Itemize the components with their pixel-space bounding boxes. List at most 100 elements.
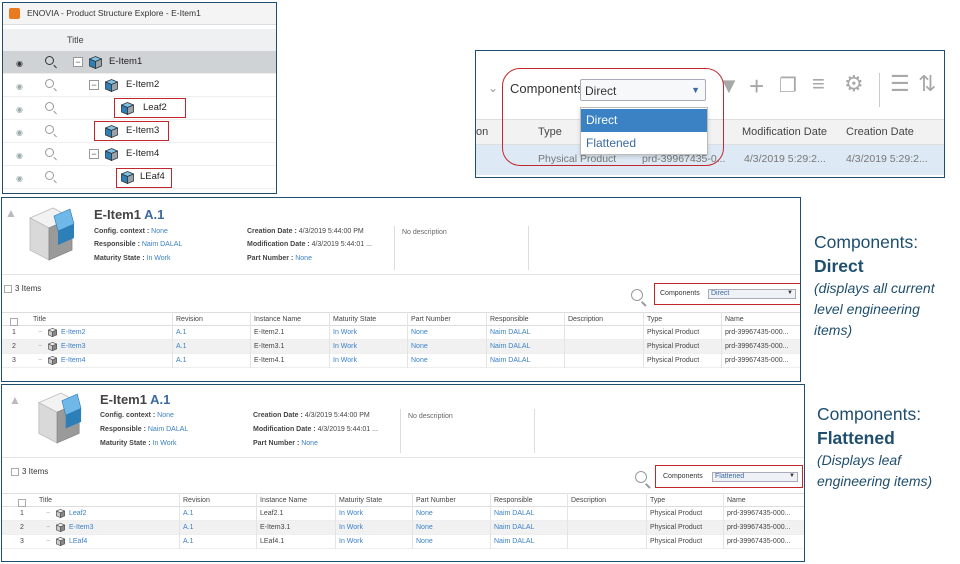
eye-icon[interactable]: ◉: [16, 82, 23, 91]
responsible-cell[interactable]: Naim DALAL: [490, 357, 530, 364]
expand-icon[interactable]: −: [46, 524, 50, 531]
responsible-cell[interactable]: Naim DALAL: [490, 329, 530, 336]
title-link[interactable]: E-Item2: [61, 329, 86, 336]
responsible-cell[interactable]: Naim DALAL: [494, 524, 534, 531]
responsible-link[interactable]: Naim DALAL: [148, 426, 188, 433]
column-header[interactable]: Maturity State: [333, 316, 376, 323]
maturity-link[interactable]: In Work: [147, 255, 171, 262]
column-header[interactable]: Instance Name: [260, 497, 307, 504]
select-all-checkbox[interactable]: [11, 467, 19, 476]
search-icon[interactable]: [45, 171, 54, 180]
column-header[interactable]: Name: [725, 316, 744, 323]
tree-row-e-item1[interactable]: ◉ − E-Item1: [3, 51, 276, 74]
revision-cell[interactable]: A.1: [183, 524, 194, 531]
collapse-icon[interactable]: −: [89, 80, 99, 90]
responsible-cell[interactable]: Naim DALAL: [494, 510, 534, 517]
maturity-link[interactable]: In Work: [153, 440, 177, 447]
column-header[interactable]: Title: [33, 316, 46, 323]
tree-row-e-item4[interactable]: ◉ − E-Item4: [3, 143, 276, 166]
column-header[interactable]: on: [476, 126, 488, 138]
table-row[interactable]: 2 − E-Item3 A.1 E-Item3.1 In Work None N…: [2, 521, 804, 535]
search-icon[interactable]: [45, 125, 54, 134]
responsible-link[interactable]: Naim DALAL: [142, 241, 182, 248]
column-header[interactable]: Type: [647, 316, 662, 323]
column-header[interactable]: Revision: [183, 497, 210, 504]
column-header[interactable]: Description: [568, 316, 603, 323]
column-header[interactable]: Instance Name: [254, 316, 301, 323]
chevron-down-icon[interactable]: ⌄: [488, 81, 498, 95]
part-number-cell[interactable]: None: [416, 510, 433, 517]
part-number-cell[interactable]: None: [416, 538, 433, 545]
search-icon[interactable]: [45, 148, 54, 157]
table-row[interactable]: 2 − E-Item3 A.1 E-Item3.1 In Work None N…: [2, 340, 800, 354]
title-link[interactable]: E-Item3: [61, 343, 86, 350]
part-number-cell[interactable]: None: [411, 329, 428, 336]
sort-icon[interactable]: ⇅: [918, 71, 936, 97]
title-link[interactable]: E-Item4: [61, 357, 86, 364]
part-number-cell[interactable]: None: [411, 343, 428, 350]
select-all-checkbox[interactable]: [4, 284, 12, 293]
revision-cell[interactable]: A.1: [176, 357, 187, 364]
collapse-icon[interactable]: −: [73, 57, 83, 67]
column-header[interactable]: Modification Date: [742, 126, 827, 138]
column-header[interactable]: Responsible: [490, 316, 529, 323]
paste-icon[interactable]: ❐: [779, 73, 797, 98]
column-header[interactable]: Part Number: [411, 316, 451, 323]
eye-icon[interactable]: ◉: [16, 128, 23, 137]
expand-icon[interactable]: −: [46, 510, 50, 517]
title-link[interactable]: Leaf2: [69, 510, 87, 517]
revision-cell[interactable]: A.1: [183, 510, 194, 517]
column-header[interactable]: Name: [727, 497, 746, 504]
expand-icon[interactable]: −: [46, 538, 50, 545]
table-row[interactable]: 3 − LEaf4 A.1 LEaf4.1 In Work None Naim …: [2, 535, 804, 549]
config-context-link[interactable]: None: [151, 228, 168, 235]
state-cell[interactable]: In Work: [339, 524, 363, 531]
state-cell[interactable]: In Work: [339, 510, 363, 517]
state-cell[interactable]: In Work: [333, 357, 357, 364]
table-row[interactable]: 1 − E-Item2 A.1 E-Item2.1 In Work None N…: [2, 326, 800, 340]
column-header[interactable]: Creation Date: [846, 126, 914, 138]
column-header[interactable]: Revision: [176, 316, 203, 323]
title-column-header[interactable]: Title: [67, 35, 84, 45]
eye-icon[interactable]: ◉: [16, 105, 23, 114]
eye-icon[interactable]: ◉: [16, 59, 23, 68]
state-cell[interactable]: In Work: [333, 343, 357, 350]
config-context-link[interactable]: None: [157, 412, 174, 419]
responsible-cell[interactable]: Naim DALAL: [494, 538, 534, 545]
column-header[interactable]: Part Number: [416, 497, 456, 504]
title-link[interactable]: E-Item3: [69, 524, 94, 531]
part-number-link[interactable]: None: [301, 440, 318, 447]
part-number-cell[interactable]: None: [411, 357, 428, 364]
column-header[interactable]: Responsible: [494, 497, 533, 504]
search-icon[interactable]: [45, 102, 54, 111]
column-header[interactable]: Type: [650, 497, 665, 504]
expand-icon[interactable]: −: [38, 357, 42, 364]
title-link[interactable]: LEaf4: [69, 538, 87, 545]
collapse-icon[interactable]: −: [89, 149, 99, 159]
align-icon[interactable]: ≡: [812, 71, 825, 97]
responsible-cell[interactable]: Naim DALAL: [490, 343, 530, 350]
list-view-icon[interactable]: ☰: [890, 71, 910, 97]
search-icon[interactable]: [45, 79, 54, 88]
search-icon[interactable]: [45, 56, 54, 65]
column-header[interactable]: Description: [571, 497, 606, 504]
home-icon[interactable]: ▲: [9, 393, 21, 407]
eye-icon[interactable]: ◉: [16, 151, 23, 160]
part-number-cell[interactable]: None: [416, 524, 433, 531]
table-row[interactable]: 3 − E-Item4 A.1 E-Item4.1 In Work None N…: [2, 354, 800, 368]
revision-cell[interactable]: A.1: [176, 343, 187, 350]
settings-gear-icon[interactable]: ⚙: [844, 71, 864, 97]
eye-icon[interactable]: ◉: [16, 174, 23, 183]
search-icon[interactable]: [631, 289, 643, 301]
state-cell[interactable]: In Work: [339, 538, 363, 545]
search-icon[interactable]: [635, 471, 647, 483]
expand-icon[interactable]: −: [38, 343, 42, 350]
column-header[interactable]: Title: [39, 497, 52, 504]
revision-cell[interactable]: A.1: [176, 329, 187, 336]
home-icon[interactable]: ▲: [5, 206, 17, 220]
part-number-link[interactable]: None: [295, 255, 312, 262]
table-row[interactable]: 1 − Leaf2 A.1 Leaf2.1 In Work None Naim …: [2, 507, 804, 521]
expand-icon[interactable]: −: [38, 329, 42, 336]
revision-cell[interactable]: A.1: [183, 538, 194, 545]
column-header[interactable]: Maturity State: [339, 497, 382, 504]
